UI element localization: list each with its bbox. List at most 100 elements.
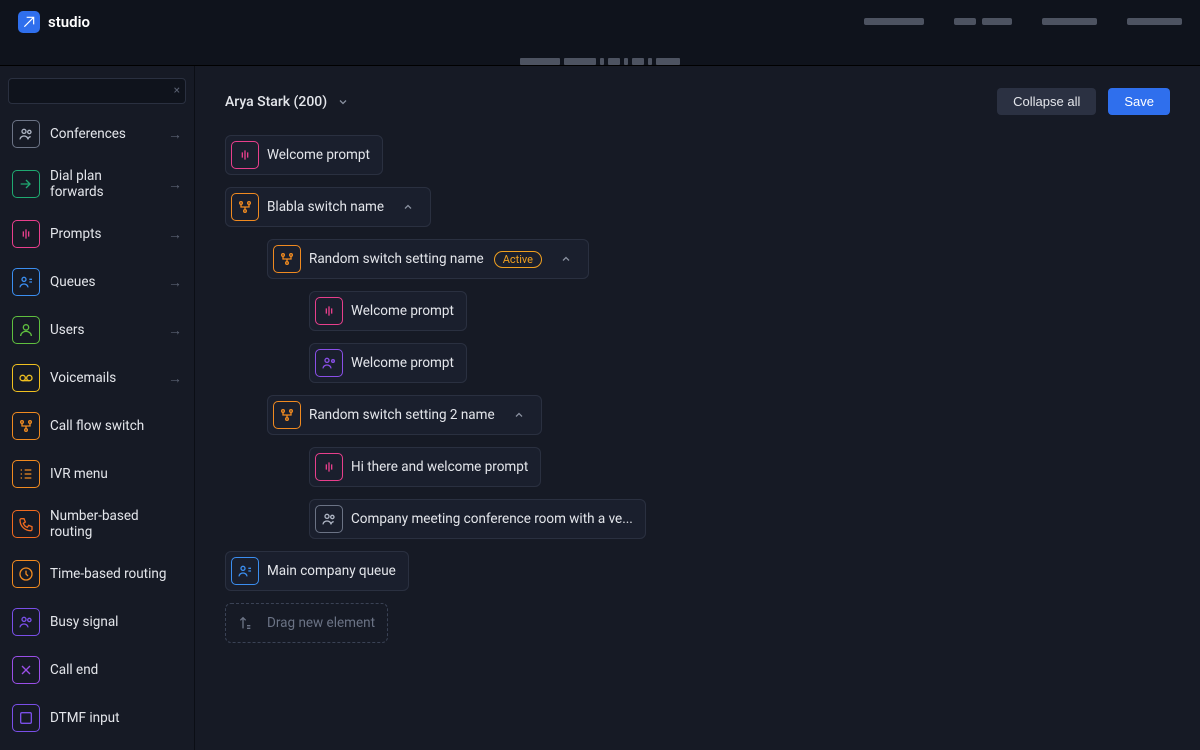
sidebar-item-label[interactable]: Label — [8, 746, 186, 750]
flow-node-switch-setting[interactable]: Random switch setting name Active — [267, 239, 589, 279]
sidebar-item-label: Queues — [50, 274, 95, 290]
topbar-placeholder — [1127, 18, 1182, 25]
node-label: Main company queue — [267, 563, 396, 579]
sidebar-item-label: Busy signal — [50, 614, 118, 630]
voicemail-icon — [12, 364, 40, 392]
brand-icon — [18, 11, 40, 33]
chevron-right-icon: → — [168, 274, 182, 291]
collapse-all-button[interactable]: Collapse all — [997, 88, 1096, 115]
queue-icon — [12, 268, 40, 296]
conference-icon — [12, 120, 40, 148]
queue-icon — [231, 557, 259, 585]
node-label: Hi there and welcome prompt — [351, 459, 528, 475]
flow-tree: Welcome prompt Blabla switch name Random… — [225, 135, 1170, 643]
node-label: Random switch setting name — [309, 251, 484, 267]
flow-node-switch-setting[interactable]: Random switch setting 2 name — [267, 395, 542, 435]
collapse-toggle[interactable] — [398, 197, 418, 217]
branch-icon — [231, 193, 259, 221]
sidebar-item-time-routing[interactable]: Time-based routing — [8, 554, 186, 594]
search-input[interactable] — [8, 78, 186, 104]
node-label: Welcome prompt — [351, 303, 454, 319]
user-icon — [12, 316, 40, 344]
chevron-right-icon: → — [168, 322, 182, 339]
sidebar-item-call-end[interactable]: Call end — [8, 650, 186, 690]
node-label: Blabla switch name — [267, 199, 384, 215]
sidebar-item-label: Users — [50, 322, 84, 338]
sidebar-item-dial-plan-forwards[interactable]: Dial plan forwards → — [8, 162, 186, 206]
node-label: Welcome prompt — [267, 147, 370, 163]
chevron-down-icon — [337, 96, 349, 108]
collapse-toggle[interactable] — [556, 249, 576, 269]
flow-node-prompt[interactable]: Welcome prompt — [309, 343, 467, 383]
branch-icon — [12, 412, 40, 440]
audio-wave-icon — [315, 453, 343, 481]
brand-name: studio — [48, 13, 90, 31]
keypad-icon — [12, 704, 40, 732]
main-header: Arya Stark (200) Collapse all Save — [225, 88, 1170, 115]
conference-icon — [315, 505, 343, 533]
node-label: Drag new element — [267, 615, 375, 631]
chevron-right-icon: → — [168, 370, 182, 387]
collapse-toggle[interactable] — [509, 405, 529, 425]
sidebar-item-label: Prompts — [50, 226, 101, 242]
clear-search-icon[interactable]: × — [174, 83, 180, 97]
node-label: Random switch setting 2 name — [309, 407, 495, 423]
sidebar-item-label: Conferences — [50, 126, 126, 142]
sidebar-item-queues[interactable]: Queues → — [8, 262, 186, 302]
flow-node-prompt[interactable]: Welcome prompt — [225, 135, 383, 175]
sidebar-item-label: Dial plan forwards — [50, 168, 158, 200]
sidebar-item-label: Voicemails — [50, 370, 116, 386]
top-bar: studio — [0, 0, 1200, 44]
sidebar-item-label: Number-based routing — [50, 508, 182, 540]
chevron-right-icon: → — [168, 226, 182, 243]
x-icon — [12, 656, 40, 684]
drag-icon — [231, 609, 259, 637]
topbar-placeholder — [864, 18, 924, 25]
sidebar-item-number-routing[interactable]: Number-based routing — [8, 502, 186, 546]
sidebar-item-label: Time-based routing — [50, 566, 166, 582]
audio-wave-icon — [231, 141, 259, 169]
sidebar: × Conferences → Dial plan forwards → Pro… — [0, 66, 195, 750]
save-button[interactable]: Save — [1108, 88, 1170, 115]
flow-node-switch[interactable]: Blabla switch name — [225, 187, 431, 227]
sidebar-item-label: Call flow switch — [50, 418, 144, 434]
workspace-selector[interactable]: Arya Stark (200) — [225, 94, 349, 110]
sidebar-item-dtmf-input[interactable]: DTMF input — [8, 698, 186, 738]
topbar-right — [864, 18, 1182, 25]
sidebar-item-voicemails[interactable]: Voicemails → — [8, 358, 186, 398]
topbar-placeholder — [1042, 18, 1097, 25]
sidebar-item-busy-signal[interactable]: Busy signal — [8, 602, 186, 642]
sidebar-item-ivr-menu[interactable]: IVR menu — [8, 454, 186, 494]
flow-node-queue[interactable]: Main company queue — [225, 551, 409, 591]
node-label: Welcome prompt — [351, 355, 454, 371]
drag-target[interactable]: Drag new element — [225, 603, 388, 643]
sidebar-item-call-flow-switch[interactable]: Call flow switch — [8, 406, 186, 446]
phone-icon — [12, 510, 40, 538]
sidebar-item-label: Call end — [50, 662, 98, 678]
flow-node-prompt[interactable]: Hi there and welcome prompt — [309, 447, 541, 487]
chevron-right-icon: → — [168, 126, 182, 143]
flow-node-conference[interactable]: Company meeting conference room with a v… — [309, 499, 646, 539]
branch-icon — [273, 245, 301, 273]
node-label: Company meeting conference room with a v… — [351, 511, 633, 527]
sidebar-item-conferences[interactable]: Conferences → — [8, 114, 186, 154]
sidebar-item-label: IVR menu — [50, 466, 108, 482]
sub-bar — [0, 44, 1200, 66]
main-canvas: Arya Stark (200) Collapse all Save Welco… — [195, 66, 1200, 750]
forward-icon — [12, 170, 40, 198]
topbar-placeholder-group — [954, 18, 1012, 25]
sidebar-item-prompts[interactable]: Prompts → — [8, 214, 186, 254]
branch-icon — [273, 401, 301, 429]
brand[interactable]: studio — [18, 11, 90, 33]
users-icon — [315, 349, 343, 377]
audio-wave-icon — [12, 220, 40, 248]
clock-icon — [12, 560, 40, 588]
workspace-label: Arya Stark (200) — [225, 94, 327, 110]
list-icon — [12, 460, 40, 488]
flow-node-prompt[interactable]: Welcome prompt — [309, 291, 467, 331]
sidebar-item-users[interactable]: Users → — [8, 310, 186, 350]
users-icon — [12, 608, 40, 636]
audio-wave-icon — [315, 297, 343, 325]
sidebar-item-label: DTMF input — [50, 710, 120, 726]
active-badge: Active — [494, 251, 542, 268]
